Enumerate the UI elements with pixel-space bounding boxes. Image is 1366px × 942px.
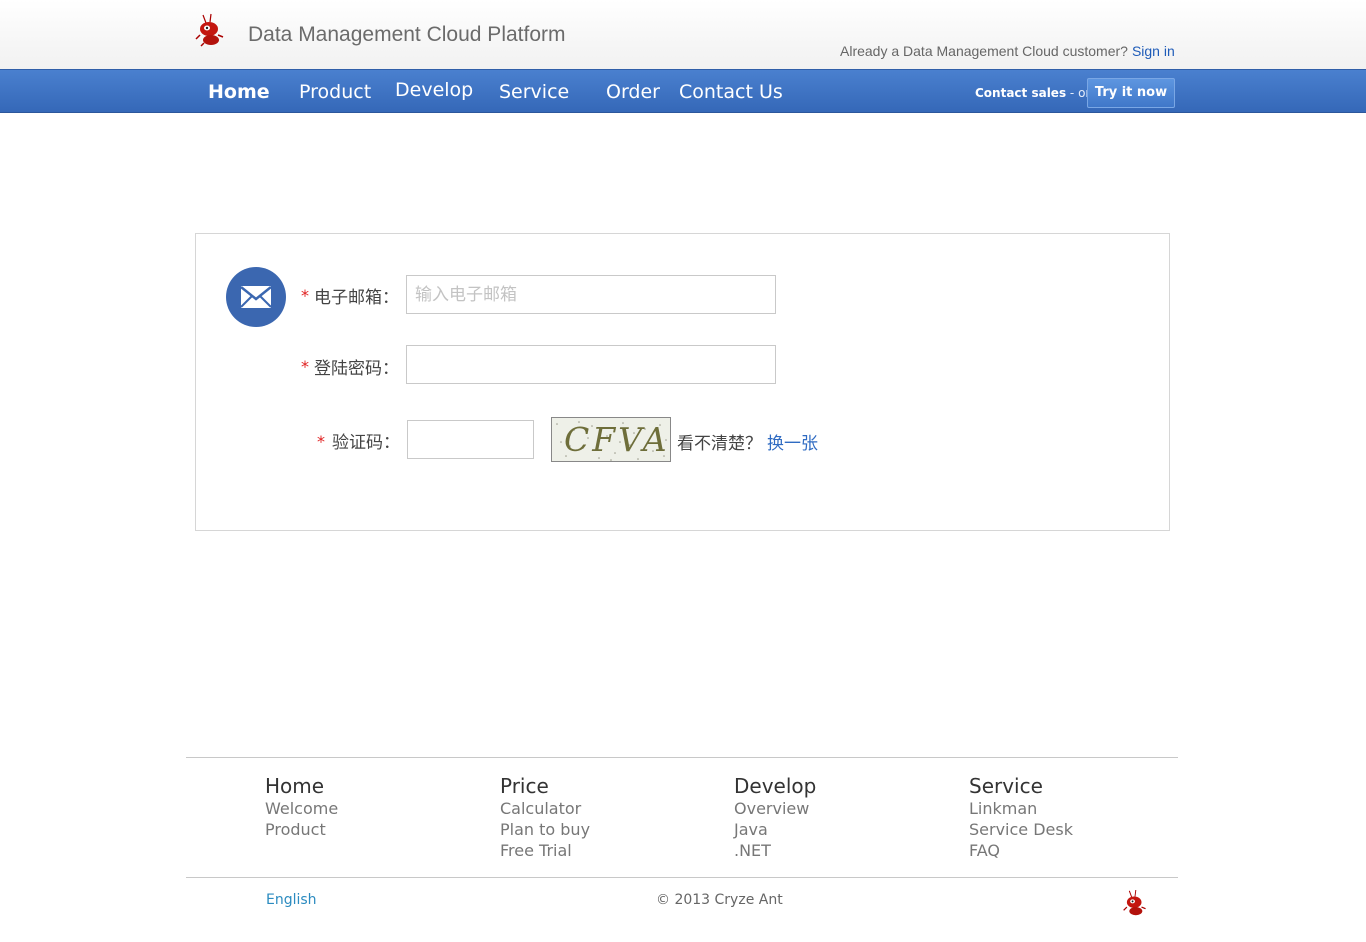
nav-contact-us[interactable]: Contact Us: [679, 81, 783, 103]
captcha-required-mark: *: [317, 432, 325, 451]
footer-col-develop: Develop Overview Java .NET: [734, 775, 816, 861]
password-label: 登陆密码：: [314, 359, 399, 379]
sign-in-link[interactable]: Sign in: [1132, 43, 1175, 59]
site-title: Data Management Cloud Platform: [248, 23, 566, 46]
try-it-now-button[interactable]: Try it now: [1087, 78, 1175, 108]
footer-link-linkman[interactable]: Linkman: [969, 798, 1073, 819]
nav-product[interactable]: Product: [299, 81, 371, 103]
footer-col-price: Price Calculator Plan to buy Free Trial: [500, 775, 590, 861]
footer-link-calculator[interactable]: Calculator: [500, 798, 590, 819]
customer-signin-line: Already a Data Management Cloud customer…: [840, 43, 1175, 59]
customer-prompt: Already a Data Management Cloud customer…: [840, 43, 1128, 59]
ant-logo-icon: [1123, 889, 1146, 916]
contact-sales-link[interactable]: Contact sales: [975, 86, 1066, 100]
footer-col-title[interactable]: Home: [265, 775, 338, 798]
footer-col-home: Home Welcome Product: [265, 775, 338, 840]
mail-badge: [226, 267, 286, 327]
header: Data Management Cloud Platform Already a…: [0, 0, 1366, 69]
footer-col-title[interactable]: Service: [969, 775, 1073, 798]
ant-logo-icon[interactable]: [194, 13, 226, 47]
footer-link-product[interactable]: Product: [265, 819, 338, 840]
footer-col-title[interactable]: Develop: [734, 775, 816, 798]
footer-col-service: Service Linkman Service Desk FAQ: [969, 775, 1073, 861]
email-label: 电子邮箱：: [314, 288, 399, 308]
captcha-unclear-text: 看不清楚？: [677, 434, 762, 454]
footer-link-free-trial[interactable]: Free Trial: [500, 840, 590, 861]
captcha-refresh-link[interactable]: 换一张: [767, 429, 818, 454]
email-field[interactable]: [406, 275, 776, 314]
footer-top-divider: [186, 757, 1178, 758]
footer-link-dotnet[interactable]: .NET: [734, 840, 816, 861]
copyright-text: © 2013 Cryze Ant: [656, 892, 783, 908]
nav-develop[interactable]: Develop: [395, 79, 473, 101]
captcha-field[interactable]: [407, 420, 534, 459]
mail-icon: [240, 286, 272, 308]
contact-sales-group: Contact sales - or -: [975, 86, 1099, 100]
footer-link-welcome[interactable]: Welcome: [265, 798, 338, 819]
footer-link-overview[interactable]: Overview: [734, 798, 816, 819]
captcha-image[interactable]: CFVA: [551, 417, 671, 462]
captcha-text: CFVA: [564, 420, 670, 459]
email-required-mark: *: [301, 286, 309, 305]
captcha-label: 验证码：: [332, 433, 400, 453]
footer-col-title[interactable]: Price: [500, 775, 590, 798]
footer-bottom-divider: [186, 877, 1178, 878]
nav-service[interactable]: Service: [499, 81, 569, 103]
footer-link-plan-to-buy[interactable]: Plan to buy: [500, 819, 590, 840]
main-nav: Home Product Develop Service Order Conta…: [0, 69, 1366, 113]
footer-link-service-desk[interactable]: Service Desk: [969, 819, 1073, 840]
nav-home[interactable]: Home: [208, 81, 270, 103]
footer-link-java[interactable]: Java: [734, 819, 816, 840]
password-required-mark: *: [301, 357, 309, 376]
language-english-link[interactable]: English: [266, 892, 317, 908]
password-field[interactable]: [406, 345, 776, 384]
footer-link-faq[interactable]: FAQ: [969, 840, 1073, 861]
nav-order[interactable]: Order: [606, 81, 660, 103]
